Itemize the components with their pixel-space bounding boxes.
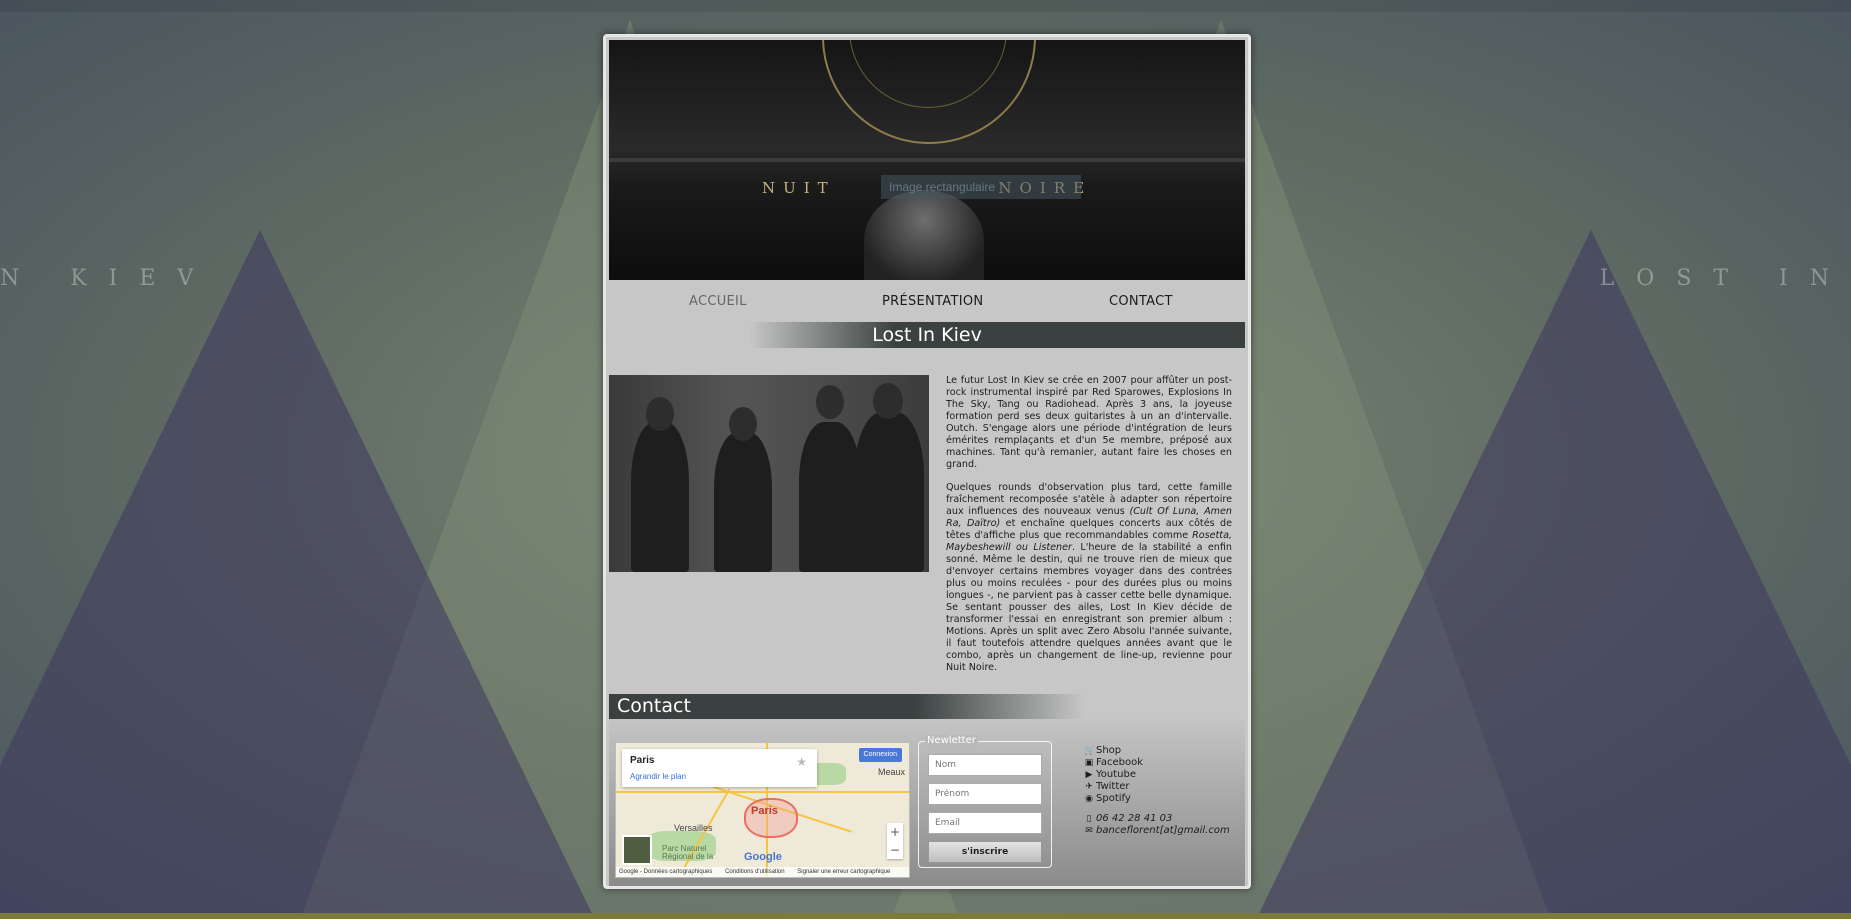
phone-number: 06 42 28 41 03	[1096, 813, 1173, 824]
nav-contact[interactable]: CONTACT	[1109, 294, 1173, 309]
phone-icon: ▯	[1086, 814, 1092, 824]
main-card: NUIT NOIRE Image rectangulaire ACCUEIL P…	[603, 34, 1251, 889]
contact-section: Paris Versailles Meaux Parc Naturel Régi…	[609, 719, 1245, 886]
map-report-link[interactable]: Signaler une erreur cartographique	[797, 869, 890, 875]
newsletter-form: Newletter s'inscrire	[918, 735, 1052, 868]
header-banner: NUIT NOIRE Image rectangulaire	[609, 40, 1245, 280]
star-icon[interactable]: ★	[796, 755, 807, 769]
map-zoom-control[interactable]: + −	[887, 823, 903, 859]
twitter-icon: ✈	[1085, 782, 1093, 792]
email-row[interactable]: ✉ banceflorent[at]gmail.com	[1084, 825, 1230, 837]
satellite-toggle[interactable]	[622, 835, 652, 865]
zoom-out-icon[interactable]: −	[887, 841, 903, 859]
youtube-icon: ▶	[1085, 770, 1093, 780]
facebook-link[interactable]: ▣ Facebook	[1084, 757, 1143, 769]
nom-input[interactable]	[928, 754, 1042, 776]
map-place-card: Paris Agrandir le plan ★	[622, 749, 817, 787]
banner-placeholder: Image rectangulaire	[881, 175, 1081, 199]
google-logo: Google	[744, 851, 782, 863]
prenom-input[interactable]	[928, 783, 1042, 805]
artist-bio: Le futur Lost In Kiev se crée en 2007 po…	[946, 375, 1232, 685]
paris-area	[744, 798, 798, 838]
twitter-link[interactable]: ✈ Twitter	[1084, 781, 1143, 793]
nav-home[interactable]: ACCUEIL	[689, 294, 747, 309]
background-text-left: N KIEV	[0, 266, 216, 291]
band-photo	[609, 375, 929, 572]
map-meaux-label: Meaux	[878, 767, 906, 777]
facebook-icon: ▣	[1084, 758, 1094, 768]
nav-presentation[interactable]: PRÉSENTATION	[882, 294, 983, 309]
subscribe-button[interactable]: s'inscrire	[928, 841, 1042, 863]
map-place-name: Paris	[630, 755, 655, 766]
map-park-label: Parc Naturel Régional de la	[662, 844, 714, 861]
map-versailles-label: Versailles	[674, 823, 713, 833]
zoom-in-icon[interactable]: +	[887, 823, 903, 841]
shop-link[interactable]: 🛒Shop	[1084, 745, 1143, 757]
email-input[interactable]	[928, 812, 1042, 834]
contact-info: ▯ 06 42 28 41 03 ✉ banceflorent[at]gmail.c…	[1084, 813, 1230, 837]
map-terms-link[interactable]: Conditions d'utilisation	[725, 869, 785, 875]
hand-artwork	[864, 190, 984, 280]
email-address[interactable]: banceflorent[at]gmail.com	[1096, 825, 1230, 836]
map-enlarge-link[interactable]: Agrandir le plan	[630, 772, 686, 781]
cart-icon: 🛒	[1084, 746, 1096, 756]
main-nav: ACCUEIL PRÉSENTATION CONTACT	[609, 283, 1245, 321]
bio-paragraph-1: Le futur Lost In Kiev se crée en 2007 po…	[946, 375, 1232, 470]
map-city-label: Paris	[751, 805, 778, 817]
newsletter-legend: Newletter	[925, 735, 978, 747]
youtube-link[interactable]: ▶ Youtube	[1084, 769, 1143, 781]
map-attribution-data: Google - Données cartographiques	[619, 869, 713, 875]
social-links: 🛒Shop ▣ Facebook ▶ Youtube ✈ Twitter ◉ Spoti…	[1084, 745, 1143, 805]
artist-title: Lost In Kiev	[872, 324, 982, 346]
envelope-icon: ✉	[1085, 826, 1093, 836]
bio-paragraph-2: Quelques rounds d'observation plus tard,…	[946, 482, 1232, 673]
artist-header: Lost In Kiev	[609, 322, 1245, 348]
contact-title: Contact	[617, 695, 691, 717]
spotify-link[interactable]: ◉ Spotify	[1084, 793, 1143, 805]
google-map[interactable]: Paris Versailles Meaux Parc Naturel Régi…	[615, 742, 910, 878]
spotify-icon: ◉	[1085, 794, 1093, 804]
map-attribution: Google - Données cartographiques Conditi…	[616, 867, 909, 877]
contact-header: Contact	[609, 694, 1245, 719]
phone-row: ▯ 06 42 28 41 03	[1084, 813, 1230, 825]
background-text-right: LOST IN	[1599, 266, 1851, 291]
map-login-button[interactable]: Connexion	[858, 748, 902, 762]
